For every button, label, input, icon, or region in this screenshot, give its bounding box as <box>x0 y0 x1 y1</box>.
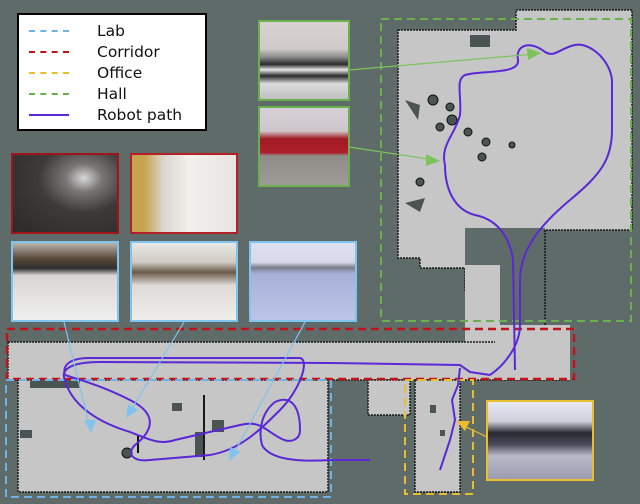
photo-hall-chairs <box>258 106 350 187</box>
hall-swatch <box>29 93 69 95</box>
robot-path-swatch <box>29 114 69 116</box>
legend-item-hall: Hall <box>19 84 205 104</box>
legend-label: Lab <box>97 22 125 40</box>
hall-map <box>397 9 633 350</box>
photo-lab-desks <box>11 241 119 322</box>
photo-lab-open <box>249 241 357 322</box>
lab-swatch <box>29 30 69 32</box>
photo-corridor-dark <box>11 153 119 234</box>
legend: Lab Corridor Office Hall Robot path <box>17 13 207 131</box>
legend-label: Robot path <box>97 106 183 124</box>
lab-map <box>17 379 329 493</box>
legend-item-robot-path: Robot path <box>19 105 205 125</box>
legend-label: Corridor <box>97 43 160 61</box>
legend-label: Hall <box>97 85 127 103</box>
photo-office-desk <box>486 400 594 481</box>
legend-item-office: Office <box>19 63 205 83</box>
legend-label: Office <box>97 64 143 82</box>
office-map <box>367 379 461 493</box>
corridor-swatch <box>29 51 69 53</box>
photo-corridor-bright <box>130 153 238 234</box>
office-swatch <box>29 72 69 74</box>
photo-lab-table <box>130 241 238 322</box>
photo-hall-chess <box>258 20 350 101</box>
legend-item-corridor: Corridor <box>19 42 205 62</box>
legend-item-lab: Lab <box>19 21 205 41</box>
